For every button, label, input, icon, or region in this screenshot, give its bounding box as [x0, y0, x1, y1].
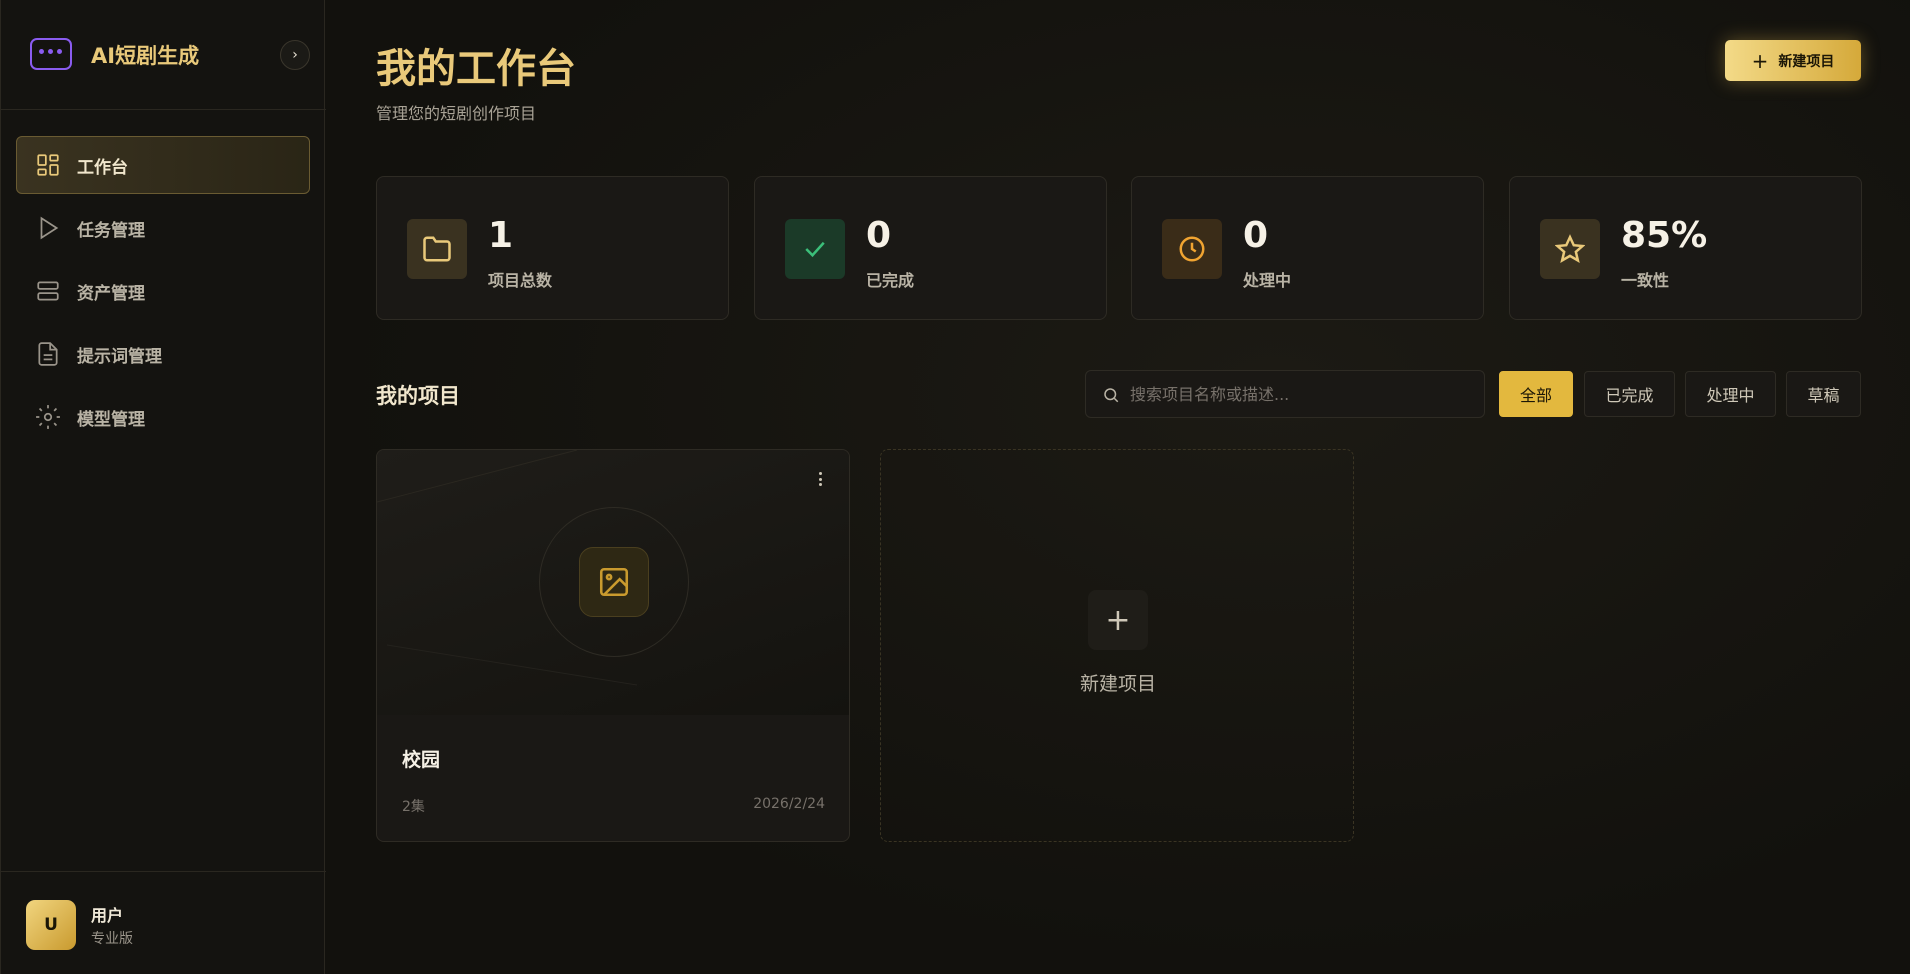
- stat-label: 一致性: [1621, 271, 1670, 290]
- filter-all[interactable]: 全部: [1499, 371, 1573, 417]
- sidebar-item-label: 模型管理: [77, 409, 145, 430]
- project-title: 校园: [402, 749, 441, 771]
- stat-card-consistency: 85% 一致性: [1509, 176, 1862, 320]
- user-name: 用户: [91, 906, 124, 925]
- sidebar-item-label: 工作台: [77, 157, 128, 178]
- project-date: 2026/2/24: [753, 796, 825, 812]
- user-plan: 专业版: [91, 931, 133, 947]
- stat-value: 0: [866, 215, 892, 256]
- page-title: 我的工作台: [376, 46, 576, 92]
- sidebar-item-workbench[interactable]: 工作台: [16, 136, 310, 194]
- project-episodes: 2集: [402, 799, 425, 815]
- dashboard-icon: [37, 154, 59, 176]
- star-icon: [1555, 234, 1585, 264]
- settings-icon: [36, 405, 60, 429]
- stat-card-completed: 0 已完成: [754, 176, 1107, 320]
- new-project-button-label: 新建项目: [1778, 53, 1835, 70]
- stat-value: 1: [488, 215, 514, 256]
- folder-icon: [423, 236, 451, 262]
- sidebar-nav: 工作台 任务管理 资产管理 提示词管理 模型管理: [16, 136, 310, 451]
- sidebar-item-assets[interactable]: 资产管理: [16, 262, 310, 320]
- chevron-right-icon: ›: [292, 47, 298, 63]
- filter-completed[interactable]: 已完成: [1584, 371, 1675, 417]
- stat-card-total: 1 项目总数: [376, 176, 729, 320]
- sidebar-item-label: 资产管理: [77, 283, 145, 304]
- plus-icon: +: [1751, 48, 1769, 73]
- image-placeholder-icon: [579, 547, 649, 617]
- stat-icon-box: [1162, 219, 1222, 279]
- stat-value: 0: [1243, 215, 1269, 256]
- sidebar-item-tasks[interactable]: 任务管理: [16, 199, 310, 257]
- sidebar-item-prompts[interactable]: 提示词管理: [16, 325, 310, 383]
- page-subtitle: 管理您的短剧创作项目: [376, 104, 537, 123]
- new-project-card[interactable]: + 新建项目: [880, 449, 1354, 842]
- new-project-button[interactable]: + 新建项目: [1725, 40, 1861, 81]
- stat-label: 项目总数: [488, 271, 553, 290]
- brand-header: AI短剧生成 ›: [1, 0, 326, 110]
- sidebar-collapse-button[interactable]: ›: [280, 40, 310, 70]
- main-content: 我的工作台 管理您的短剧创作项目 + 新建项目 1 项目总数 0 已完成 0 处…: [326, 0, 1910, 974]
- avatar: U: [26, 900, 76, 950]
- sidebar: AI短剧生成 › 工作台 任务管理 资产管理 提示词管理 模型管理 U 用户 专…: [0, 0, 326, 974]
- new-project-card-label: 新建项目: [1079, 673, 1156, 695]
- filter-processing[interactable]: 处理中: [1685, 371, 1776, 417]
- stat-value: 85%: [1621, 215, 1708, 256]
- server-icon: [37, 281, 59, 301]
- stat-label: 处理中: [1243, 271, 1292, 290]
- search-icon: [1104, 388, 1119, 403]
- stats-row: 1 项目总数 0 已完成 0 处理中 85% 一致性: [376, 176, 1862, 320]
- stat-label: 已完成: [866, 271, 915, 290]
- projects-section-title: 我的项目: [376, 384, 460, 408]
- sidebar-item-label: 提示词管理: [77, 346, 162, 367]
- stat-icon-box: [785, 219, 845, 279]
- stat-icon-box: [1540, 219, 1600, 279]
- app-logo-icon: [30, 38, 72, 70]
- check-icon: [805, 241, 825, 258]
- project-search: [1085, 370, 1485, 418]
- plus-icon: +: [1088, 590, 1148, 650]
- stat-card-processing: 0 处理中: [1131, 176, 1484, 320]
- more-options-icon[interactable]: [813, 468, 827, 490]
- stat-icon-box: [407, 219, 467, 279]
- filter-draft[interactable]: 草稿: [1786, 371, 1861, 417]
- user-profile[interactable]: U 用户 专业版: [1, 871, 326, 974]
- clock-icon: [1179, 236, 1205, 262]
- play-icon: [40, 216, 59, 240]
- sidebar-item-label: 任务管理: [77, 220, 145, 241]
- sidebar-item-models[interactable]: 模型管理: [16, 388, 310, 446]
- app-title: AI短剧生成: [91, 44, 200, 68]
- project-card[interactable]: 校园 2集 2026/2/24: [376, 449, 850, 842]
- document-icon: [38, 342, 58, 366]
- search-input[interactable]: [1130, 371, 1470, 417]
- project-thumbnail: [377, 450, 849, 715]
